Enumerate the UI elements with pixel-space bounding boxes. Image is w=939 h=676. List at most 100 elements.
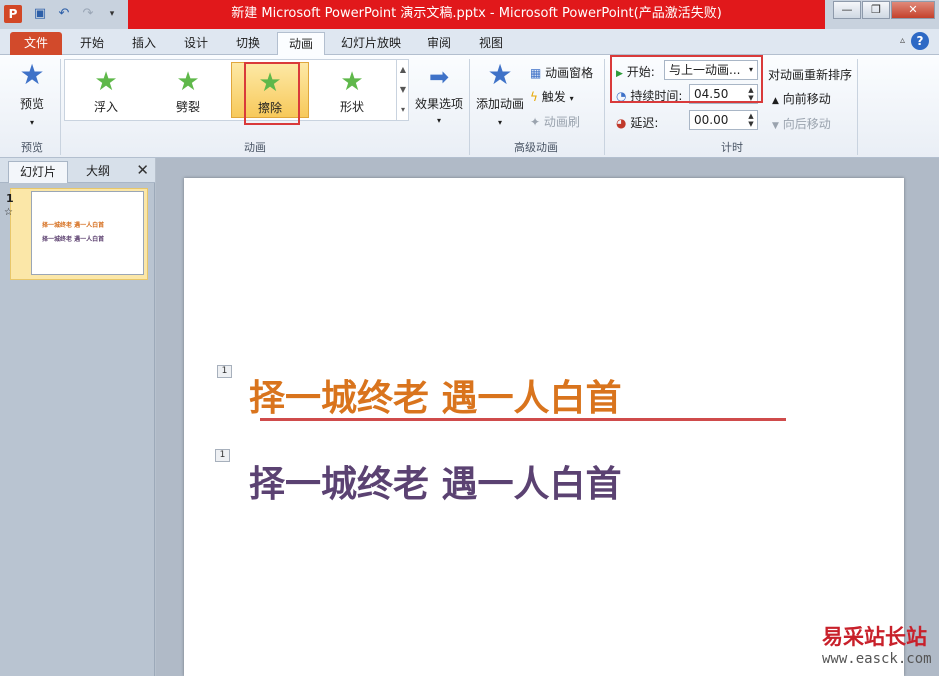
preview-star-icon: ★	[19, 58, 45, 91]
ribbon-separator	[857, 59, 858, 155]
tab-slideshow[interactable]: 幻灯片放映	[333, 32, 409, 55]
trigger-dropdown-icon: ▾	[569, 94, 574, 103]
move-down-icon: ▼	[772, 121, 779, 131]
undo-icon[interactable]: ↶	[54, 4, 74, 24]
save-icon[interactable]: ▣	[30, 4, 50, 24]
gallery-more-icon[interactable]: ▾	[397, 100, 409, 120]
powerpoint-app-icon[interactable]: P	[4, 5, 22, 23]
move-earlier-button[interactable]: ▲ 向前移动	[772, 90, 831, 107]
tab-animations[interactable]: 动画	[277, 32, 325, 56]
help-icon[interactable]: ?	[911, 32, 929, 50]
close-pane-icon[interactable]: ✕	[136, 161, 149, 179]
slide-thumbnail[interactable]: 择一城终老 遇一人白首 择一城终老 遇一人白首	[31, 191, 144, 275]
effect-label: 劈裂	[175, 100, 200, 114]
add-animation-star-icon: ★	[487, 58, 513, 91]
ribbon-separator	[604, 59, 605, 155]
move-later-button[interactable]: ▼ 向后移动	[772, 115, 831, 132]
redo-icon[interactable]: ↷	[78, 4, 98, 24]
tab-design[interactable]: 设计	[174, 32, 218, 55]
add-animation-button[interactable]: ★ 添加动画 ▾	[474, 58, 526, 128]
delay-spinner[interactable]: ▲ ▼	[746, 112, 756, 128]
trigger-label: 触发	[541, 90, 566, 104]
tab-review[interactable]: 审阅	[417, 32, 461, 55]
thumb-line2: 择一城终老 遇一人白首	[42, 236, 105, 243]
slides-pane-tabs: 幻灯片 大纲 ✕	[0, 158, 155, 183]
animation-painter-label: 动画刷	[543, 115, 580, 129]
lightning-icon: ϟ	[530, 90, 538, 104]
effect-options-label: 效果选项	[414, 97, 463, 111]
slides-pane: 幻灯片 大纲 ✕ 1 ☆ 择一城终老 遇一人白首 择一城终老 遇一人白首	[0, 158, 155, 676]
gallery-down-icon[interactable]: ▼	[397, 80, 409, 100]
shape-star-icon: ★	[340, 67, 364, 97]
animation-painter-button[interactable]: ✦ 动画刷	[530, 113, 580, 130]
animation-gallery: ★ 浮入 ★ 劈裂 ★ 擦除 ★ 形状 ▲ ▼ ▾	[64, 59, 409, 121]
effect-shape[interactable]: ★ 形状	[313, 62, 391, 118]
effect-label: 浮入	[93, 100, 118, 114]
tab-file[interactable]: 文件	[10, 32, 62, 55]
delay-label: 延迟:	[630, 116, 659, 130]
ribbon: ★ 预览 ▾ 预览 ★ 浮入 ★ 劈裂 ★ 擦除 ★ 形状 ▲ ▼ ▾ ➡ 效果…	[0, 55, 939, 158]
effect-split[interactable]: ★ 劈裂	[149, 62, 227, 118]
quick-access-toolbar: ▣ ↶ ↷ ▾	[30, 4, 122, 24]
thumb-line1: 择一城终老 遇一人白首	[42, 222, 105, 229]
title-bar: P ▣ ↶ ↷ ▾ 新建 Microsoft PowerPoint 演示文稿.p…	[0, 0, 939, 29]
split-star-icon: ★	[176, 67, 200, 97]
ribbon-tabs: 文件 开始 插入 设计 切换 动画 幻灯片放映 审阅 视图 ▵ ?	[0, 29, 939, 56]
tab-slides[interactable]: 幻灯片	[8, 161, 68, 183]
delay-label-row: ◕ 延迟:	[616, 114, 658, 131]
watermark-url: www.easck.com	[822, 651, 932, 667]
customize-qat-icon[interactable]: ▾	[102, 4, 122, 24]
slide-text-line2[interactable]: 择一城终老 遇一人白首	[249, 455, 622, 507]
animation-tag-2[interactable]: 1	[215, 449, 230, 462]
gallery-scrollbar[interactable]: ▲ ▼ ▾	[396, 60, 409, 120]
gallery-up-icon[interactable]: ▲	[397, 60, 409, 80]
group-label-animation: 动画	[244, 141, 266, 154]
watermark-logo: 易采站长站	[822, 624, 927, 649]
move-later-label: 向后移动	[782, 117, 831, 131]
group-label-preview: 预览	[21, 141, 43, 154]
window-title: 新建 Microsoft PowerPoint 演示文稿.pptx - Micr…	[128, 0, 825, 29]
painter-icon: ✦	[530, 115, 541, 129]
highlight-box-wipe	[244, 62, 300, 125]
tab-home[interactable]: 开始	[70, 32, 114, 55]
window-controls: — ❐ ✕	[832, 1, 935, 19]
preview-label: 预览	[19, 97, 44, 111]
group-label-advanced: 高级动画	[514, 141, 558, 154]
delay-value: 00.00	[694, 113, 729, 127]
preview-button[interactable]: ★ 预览 ▾	[8, 58, 56, 128]
ribbon-separator	[469, 59, 470, 155]
effect-options-button[interactable]: ➡ 效果选项 ▾	[412, 63, 466, 125]
restore-button[interactable]: ❐	[862, 1, 890, 19]
slide-canvas[interactable]: 1 择一城终老 遇一人白首 1 择一城终老 遇一人白首	[184, 178, 904, 676]
ribbon-separator	[60, 59, 61, 155]
slide-text-line1[interactable]: 择一城终老 遇一人白首	[249, 369, 622, 421]
highlight-box-timing	[610, 55, 763, 103]
effect-fly-in[interactable]: ★ 浮入	[67, 62, 145, 118]
delay-input[interactable]: 00.00 ▲ ▼	[689, 110, 758, 130]
arrow-right-icon: ➡	[428, 63, 450, 91]
wipe-underline	[260, 418, 786, 421]
effect-label: 形状	[339, 100, 364, 114]
add-animation-label: 添加动画	[475, 97, 524, 111]
trigger-button[interactable]: ϟ 触发 ▾	[530, 88, 574, 105]
animation-pane-label: 动画窗格	[545, 66, 594, 80]
slide-number: 1	[6, 192, 14, 205]
tab-outline[interactable]: 大纲	[70, 161, 126, 183]
tab-view[interactable]: 视图	[469, 32, 513, 55]
move-up-icon: ▲	[772, 96, 779, 106]
slide-editor: 1 择一城终老 遇一人白首 1 择一城终老 遇一人白首	[156, 158, 939, 676]
preview-dropdown-icon: ▾	[29, 118, 34, 127]
collapse-ribbon-icon[interactable]: ▵	[900, 35, 905, 46]
animation-tag-1[interactable]: 1	[217, 365, 232, 378]
tab-transitions[interactable]: 切换	[226, 32, 270, 55]
move-earlier-label: 向前移动	[782, 92, 831, 106]
close-button[interactable]: ✕	[891, 1, 935, 19]
reorder-title: 对动画重新排序	[768, 68, 853, 82]
delay-icon: ◕	[616, 116, 627, 130]
add-animation-dropdown-icon: ▾	[497, 118, 502, 127]
minimize-button[interactable]: —	[833, 1, 861, 19]
animation-pane-button[interactable]: ▦ 动画窗格	[530, 64, 593, 81]
tab-insert[interactable]: 插入	[122, 32, 166, 55]
animation-pane-icon: ▦	[530, 66, 542, 80]
group-label-timing: 计时	[721, 141, 743, 154]
